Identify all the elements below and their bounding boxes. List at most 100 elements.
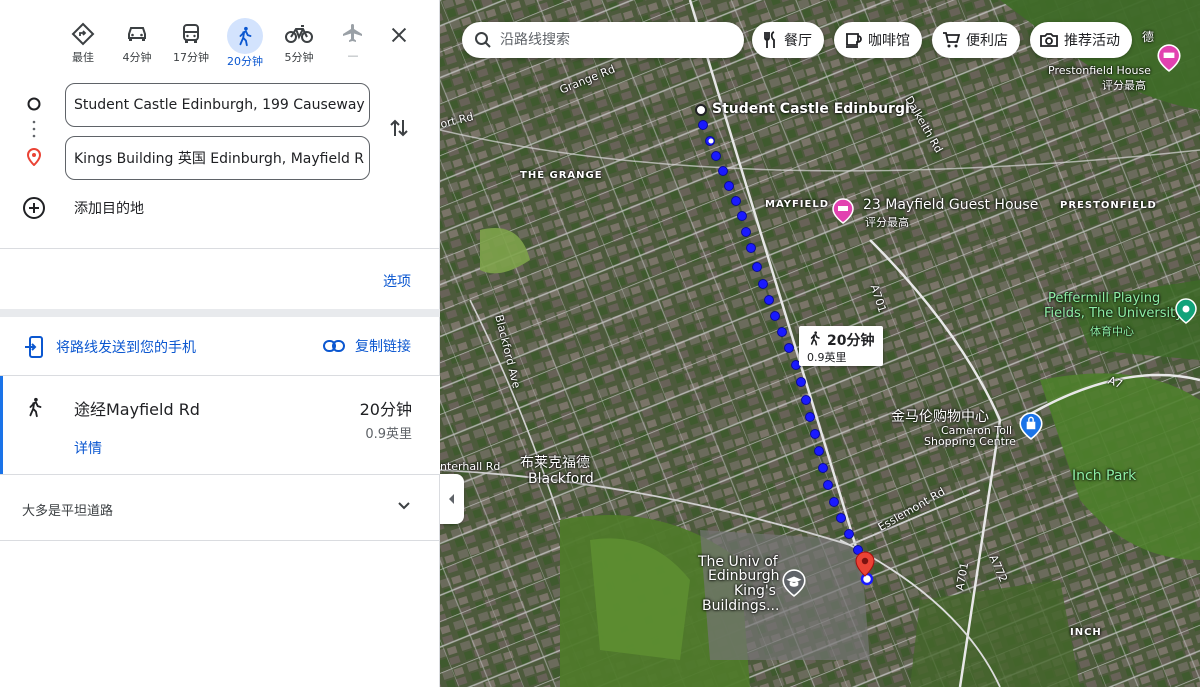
chip-things-to-do[interactable]: 推荐活动 <box>1030 22 1132 58</box>
add-destination-button[interactable]: 添加目的地 <box>22 196 144 220</box>
area-label: THE GRANGE <box>520 170 603 181</box>
add-circle-icon <box>23 197 45 219</box>
cart-icon <box>943 32 960 48</box>
chip-label: 咖啡馆 <box>868 33 910 49</box>
mode-flight[interactable]: — <box>330 18 376 62</box>
terrain-label: 大多是平坦道路 <box>22 504 114 519</box>
poi-label[interactable]: 金马伦购物中心 <box>891 406 989 426</box>
area-label: PRESTONFIELD <box>1060 200 1157 211</box>
copy-link-label: 复制链接 <box>355 339 411 355</box>
search-along-route[interactable] <box>462 22 744 58</box>
route-option[interactable]: 途经Mayfield Rd 20分钟 0.9英里 详情 <box>0 376 440 474</box>
search-icon <box>475 32 491 48</box>
poi-label[interactable]: Inch Park <box>1072 468 1136 484</box>
chevron-left-icon <box>449 494 454 504</box>
callout-time: 20分钟 <box>827 333 875 349</box>
selected-indicator <box>0 376 3 474</box>
poi-label[interactable]: Buildings... <box>702 598 779 614</box>
chip-convenience-stores[interactable]: 便利店 <box>932 22 1020 58</box>
search-input[interactable] <box>500 32 720 48</box>
divider <box>0 474 440 475</box>
mode-label: 5分钟 <box>284 51 314 64</box>
close-icon <box>391 27 407 43</box>
origin-input[interactable]: Student Castle Edinburgh, 199 Causeway <box>65 83 370 127</box>
link-icon <box>323 340 345 352</box>
mode-label: 4分钟 <box>122 51 152 64</box>
camera-icon <box>1040 33 1058 47</box>
walk-icon <box>239 26 252 47</box>
divider <box>0 248 440 249</box>
walk-icon <box>810 331 820 346</box>
swap-icon <box>390 119 408 137</box>
road-label: nterhall Rd <box>440 460 501 473</box>
close-directions-button[interactable] <box>388 24 410 50</box>
mode-label: — <box>347 49 359 62</box>
poi-sublabel: 评分最高 <box>865 216 909 229</box>
area-label: Blackford <box>528 471 594 487</box>
mode-transit[interactable]: 17分钟 <box>168 18 214 65</box>
poi-label[interactable]: Prestonfield House <box>1048 64 1151 77</box>
send-to-phone-link[interactable]: 将路线发送到您的手机 <box>24 336 196 358</box>
poi-label[interactable]: Shopping Centre <box>924 435 1016 448</box>
chip-label: 推荐活动 <box>1064 33 1120 49</box>
chip-label: 餐厅 <box>784 33 812 49</box>
route-time: 20分钟 <box>359 400 412 419</box>
mode-driving[interactable]: 4分钟 <box>114 18 160 65</box>
chip-cafes[interactable]: 咖啡馆 <box>834 22 922 58</box>
chip-restaurants[interactable]: 餐厅 <box>752 22 824 58</box>
chevron-down-icon <box>398 502 410 510</box>
mode-label: 20分钟 <box>227 55 263 68</box>
dots-icon <box>32 120 36 138</box>
directions-panel: 最佳 4分钟 17分钟 20分钟 5分钟 — Student Castle Ed… <box>0 0 440 687</box>
mode-label: 17分钟 <box>173 51 209 64</box>
hotel-pin-icon[interactable] <box>832 198 854 224</box>
label-fragment: 德 <box>1142 30 1155 44</box>
car-icon <box>128 27 146 41</box>
destination-pin-icon <box>26 148 42 166</box>
map-canvas[interactable]: 餐厅 咖啡馆 便利店 推荐活动 Student Castle Edinburgh… <box>440 0 1200 687</box>
poi-label[interactable]: Fields, The University... <box>1044 306 1193 321</box>
area-label: MAYFIELD <box>765 199 830 210</box>
route-distance: 0.9英里 <box>365 427 412 442</box>
university-pin-icon[interactable] <box>781 569 807 597</box>
restaurant-icon <box>764 31 775 48</box>
swap-waypoints-button[interactable] <box>388 116 410 144</box>
options-link[interactable]: 选项 <box>383 271 411 291</box>
mode-label: 最佳 <box>72 51 94 64</box>
mode-best[interactable]: 最佳 <box>60 18 106 65</box>
bus-icon <box>183 24 199 43</box>
copy-link-button[interactable]: 复制链接 <box>323 336 411 356</box>
walk-icon <box>29 397 42 418</box>
hotel-pin-icon[interactable] <box>1156 44 1182 72</box>
route-info-callout[interactable]: 20分钟 0.9英里 <box>799 326 883 366</box>
poi-sublabel: 评分最高 <box>1102 79 1146 92</box>
poi-sublabel: 体育中心 <box>1090 325 1134 338</box>
poi-label[interactable]: King's <box>734 583 776 599</box>
divider <box>0 309 440 317</box>
poi-label[interactable]: 23 Mayfield Guest House <box>863 197 1038 213</box>
poi-label[interactable]: Peffermill Playing <box>1048 291 1160 306</box>
destination-input[interactable]: Kings Building 英国 Edinburgh, Mayfield R <box>65 136 370 180</box>
origin-circle-icon <box>27 97 41 111</box>
callout-distance: 0.9英里 <box>807 351 847 364</box>
mode-cycling[interactable]: 5分钟 <box>276 18 322 65</box>
shopping-pin-icon[interactable] <box>1018 412 1044 440</box>
details-link[interactable]: 详情 <box>74 438 102 458</box>
send-to-phone-label: 将路线发送到您的手机 <box>56 340 196 356</box>
best-route-icon <box>71 22 95 46</box>
area-label: INCH <box>1070 627 1102 638</box>
poi-label[interactable]: Edinburgh <box>708 568 780 584</box>
divider <box>0 540 440 541</box>
collapse-panel-button[interactable] <box>440 474 464 524</box>
chip-label: 便利店 <box>966 33 1008 49</box>
send-to-phone-icon <box>25 336 43 358</box>
origin-label[interactable]: Student Castle Edinburgh <box>712 101 915 117</box>
mode-walking[interactable]: 20分钟 <box>222 18 268 69</box>
terrain-expander[interactable]: 大多是平坦道路 <box>0 476 440 540</box>
route-title: 途经Mayfield Rd <box>74 400 200 419</box>
bicycle-icon <box>285 25 313 43</box>
area-label: 布莱克福德 <box>520 455 590 471</box>
sports-pin-icon[interactable] <box>1174 298 1198 324</box>
travel-mode-bar: 最佳 4分钟 17分钟 20分钟 5分钟 — <box>60 18 400 68</box>
add-destination-label: 添加目的地 <box>74 201 144 217</box>
